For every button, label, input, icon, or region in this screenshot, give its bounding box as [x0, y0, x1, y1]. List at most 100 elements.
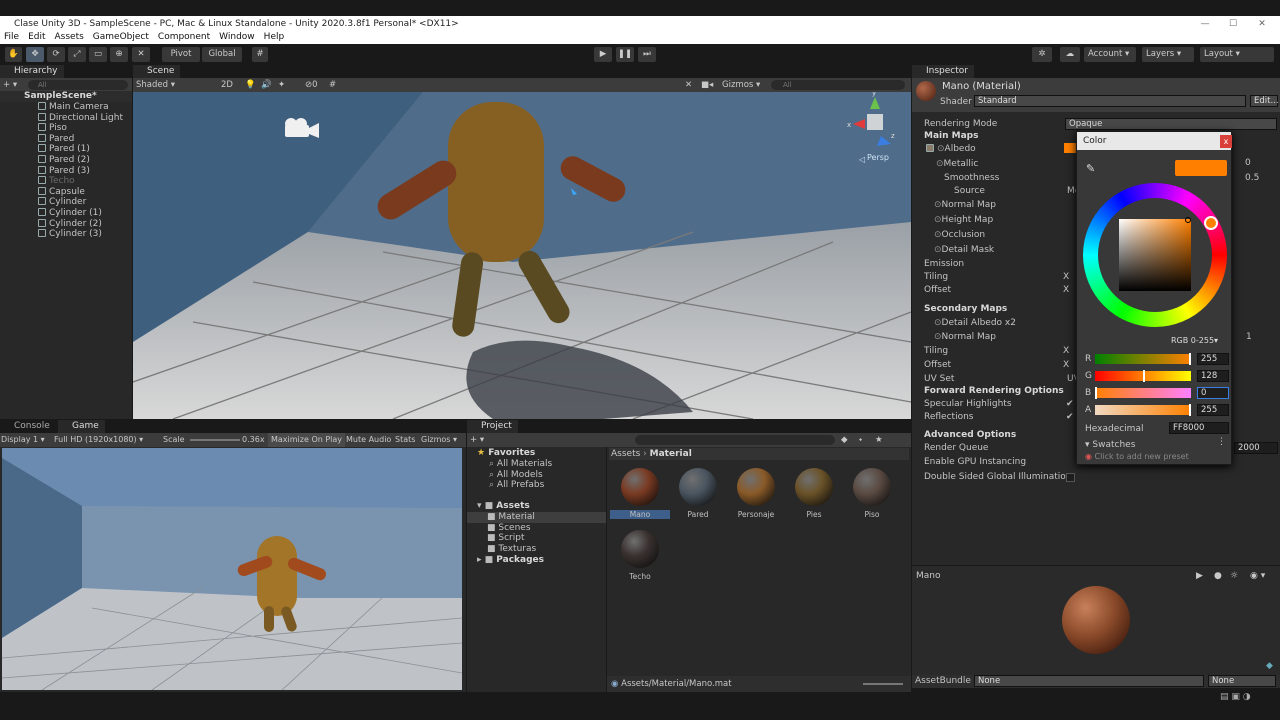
favorite-item[interactable]: ⌕ All Materials — [467, 459, 606, 470]
hierarchy-item[interactable]: Pared (3) — [0, 165, 132, 177]
preview-menu-icon[interactable]: ◉ ▾ — [1250, 570, 1265, 582]
tab-scene[interactable]: Scene — [133, 65, 181, 78]
hierarchy-item[interactable]: Cylinder (3) — [0, 229, 132, 240]
assets-folder[interactable]: ▾ ■ Assets — [467, 501, 606, 512]
preview-light-icon[interactable]: ☼ — [1230, 570, 1238, 582]
favorite-item[interactable]: ⌕ All Models — [467, 470, 606, 481]
global-button[interactable]: Global — [202, 47, 242, 62]
tab-inspector[interactable]: Inspector — [912, 65, 974, 78]
minimize-icon[interactable]: — — [1195, 16, 1215, 32]
move-tool-icon[interactable]: ✥ — [26, 47, 44, 62]
eyedropper-icon[interactable]: ✎ — [1086, 162, 1095, 175]
g-value[interactable]: 128 — [1197, 370, 1229, 382]
hierarchy-item[interactable]: Main Camera — [0, 102, 132, 113]
gizmos-dropdown[interactable]: Gizmos ▾ — [722, 78, 760, 92]
preset-hint[interactable]: ◉ Click to add new preset — [1085, 452, 1189, 461]
hierarchy-item[interactable]: Techo — [0, 176, 132, 187]
hex-input[interactable]: FF8000 — [1169, 422, 1229, 434]
menu-component[interactable]: Component — [158, 32, 210, 42]
menu-edit[interactable]: Edit — [28, 32, 45, 42]
transform-tool-icon[interactable]: ⊕ — [110, 47, 128, 62]
tab-game[interactable]: Game — [58, 420, 105, 433]
a-value[interactable]: 255 — [1197, 404, 1229, 416]
metallic-value[interactable]: 0 — [1245, 158, 1251, 169]
menu-gameobject[interactable]: GameObject — [93, 32, 149, 42]
preview-sphere[interactable] — [1062, 586, 1130, 654]
r-slider-handle[interactable] — [1189, 353, 1191, 365]
breadcrumb-material[interactable]: Material — [650, 449, 692, 459]
tab-hierarchy[interactable]: Hierarchy — [0, 65, 64, 78]
smoothness-value[interactable]: 0.5 — [1245, 173, 1259, 184]
audio-icon[interactable]: 🔊 — [261, 78, 272, 92]
albedo-texture-slot[interactable] — [926, 144, 934, 152]
scale-slider[interactable] — [190, 439, 240, 441]
hierarchy-search-input[interactable]: All — [28, 80, 128, 90]
b-value[interactable]: 0 — [1197, 387, 1229, 399]
scale-tool-icon[interactable]: ⤢ — [68, 47, 86, 62]
hand-tool-icon[interactable]: ✋ — [5, 47, 22, 62]
sv-handle[interactable] — [1185, 217, 1191, 223]
reflections-checkbox[interactable]: ✔ — [1066, 412, 1074, 423]
double-sided-checkbox[interactable] — [1066, 473, 1075, 482]
rect-tool-icon[interactable]: ▭ — [89, 47, 107, 62]
shading-dropdown[interactable]: Shaded ▾ — [136, 80, 175, 90]
hierarchy-item[interactable]: Cylinder (2) — [0, 218, 132, 230]
assetbundle-dropdown[interactable]: None — [974, 675, 1204, 687]
favorite-star-icon[interactable]: ★ — [875, 433, 883, 447]
filter-by-type-icon[interactable]: ◆ — [841, 433, 848, 447]
material-thumbnail[interactable] — [621, 530, 659, 568]
hierarchy-item[interactable]: Piso — [0, 123, 132, 134]
asset-folder-item[interactable]: ■ Material — [467, 512, 606, 523]
shader-dropdown[interactable]: Standard — [974, 95, 1246, 107]
specular-checkbox[interactable]: ✔ — [1066, 399, 1074, 410]
add-icon[interactable]: + ▾ — [3, 80, 17, 90]
pivot-button[interactable]: Pivot — [162, 47, 200, 62]
tab-console[interactable]: Console — [0, 420, 56, 433]
grid-icon[interactable]: # — [329, 78, 336, 92]
menu-assets[interactable]: Assets — [55, 32, 84, 42]
packages-folder[interactable]: ▸ ■ Packages — [467, 555, 606, 566]
hierarchy-item[interactable]: Pared (2) — [0, 155, 132, 166]
material-thumbnail[interactable] — [621, 468, 659, 506]
scene-root[interactable]: SampleScene* — [0, 91, 132, 102]
icon-size-slider[interactable] — [863, 683, 903, 685]
hierarchy-item[interactable]: Pared — [0, 133, 132, 145]
hierarchy-item[interactable]: Directional Light — [0, 112, 132, 124]
hidden-objects-icon[interactable]: ⊘0 — [305, 78, 318, 92]
layers-dropdown[interactable]: Layers ▾ — [1142, 47, 1194, 62]
game-viewport[interactable] — [2, 448, 462, 690]
lighting-icon[interactable]: 💡 — [245, 78, 256, 92]
color-picker-close-button[interactable]: x — [1220, 135, 1232, 148]
favorites-folder[interactable]: ★ Favorites — [467, 448, 606, 459]
tools-icon[interactable]: ✕ — [685, 78, 692, 92]
hierarchy-item[interactable]: Cylinder (1) — [0, 208, 132, 219]
rotate-tool-icon[interactable]: ⟳ — [47, 47, 65, 62]
material-thumbnail[interactable] — [737, 468, 775, 506]
detail-normal-scale[interactable]: 1 — [1246, 332, 1252, 343]
b-slider-handle[interactable] — [1095, 387, 1097, 399]
resolution-dropdown[interactable]: Full HD (1920x1080) ▾ — [54, 433, 143, 447]
display-dropdown[interactable]: Display 1 ▾ — [1, 433, 45, 447]
layout-dropdown[interactable]: Layout ▾ — [1200, 47, 1274, 62]
project-add-icon[interactable]: + ▾ — [470, 435, 484, 445]
saturation-value-square[interactable] — [1119, 219, 1191, 291]
tab-project[interactable]: Project — [467, 420, 518, 433]
maximize-icon[interactable]: ☐ — [1223, 16, 1243, 32]
asset-folder-item[interactable]: ■ Scenes — [467, 523, 606, 534]
account-dropdown[interactable]: Account ▾ — [1084, 47, 1136, 62]
grid-snap-icon[interactable]: # — [252, 47, 268, 62]
hierarchy-item[interactable]: Cylinder — [0, 197, 132, 208]
shader-edit-button[interactable]: Edit... — [1250, 95, 1279, 107]
color-mode-dropdown[interactable]: RGB 0-255▾ — [1171, 336, 1218, 345]
material-thumbnail[interactable] — [853, 468, 891, 506]
collab-icon[interactable]: ✲ — [1032, 47, 1052, 62]
game-gizmos-dropdown[interactable]: Gizmos ▾ — [421, 433, 457, 447]
close-icon[interactable]: ✕ — [1252, 16, 1272, 32]
pause-icon[interactable]: ❚❚ — [616, 47, 634, 62]
stats-toggle[interactable]: Stats — [395, 433, 415, 447]
a-slider-handle[interactable] — [1189, 404, 1191, 416]
mute-audio-toggle[interactable]: Mute Audio — [346, 433, 391, 447]
project-search-input[interactable] — [635, 435, 835, 445]
preview-play-icon[interactable]: ▶ — [1196, 570, 1203, 582]
effects-icon[interactable]: ✦ — [278, 78, 285, 92]
